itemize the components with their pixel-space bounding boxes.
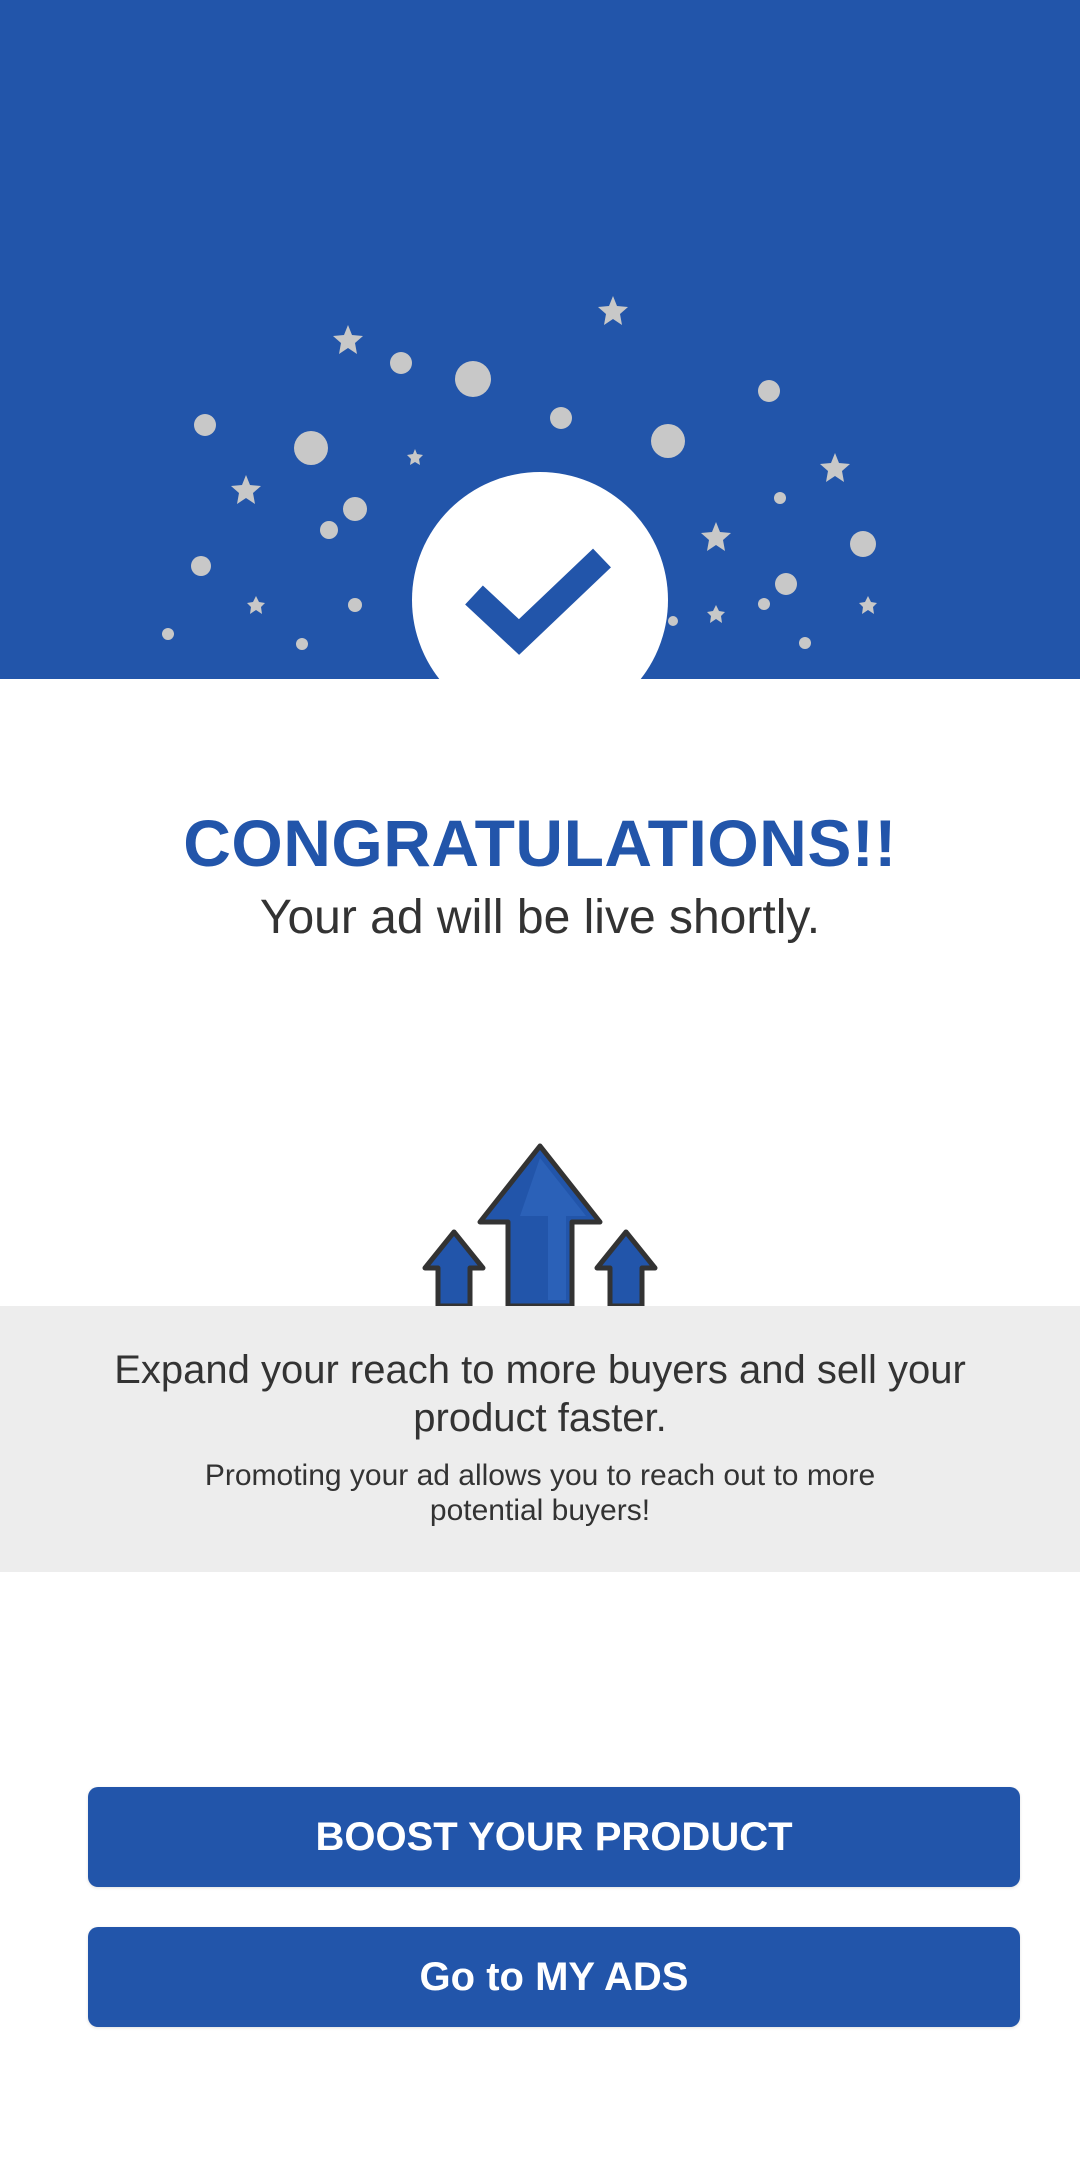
go-to-my-ads-button[interactable]: Go to MY ADS: [88, 1927, 1020, 2027]
success-screen: CONGRATULATIONS!! Your ad will be live s…: [0, 0, 1080, 2160]
promotion-description: Promoting your ad allows you to reach ou…: [204, 1459, 876, 1527]
checkmark-icon: [465, 548, 611, 655]
go-to-my-ads-label: Go to MY ADS: [419, 1954, 689, 1999]
congratulations-title: CONGRATULATIONS!!: [183, 806, 897, 880]
promotion-headline: Expand your reach to more buyers and sel…: [114, 1348, 966, 1440]
success-badge: [412, 472, 668, 679]
boost-product-label: BOOST YOUR PRODUCT: [315, 1814, 793, 1859]
hero-banner: [0, 0, 1080, 679]
boost-product-button[interactable]: BOOST YOUR PRODUCT: [88, 1787, 1020, 1887]
confirmation-subtitle: Your ad will be live shortly.: [259, 891, 821, 944]
growth-arrows-icon: [422, 1143, 658, 1308]
